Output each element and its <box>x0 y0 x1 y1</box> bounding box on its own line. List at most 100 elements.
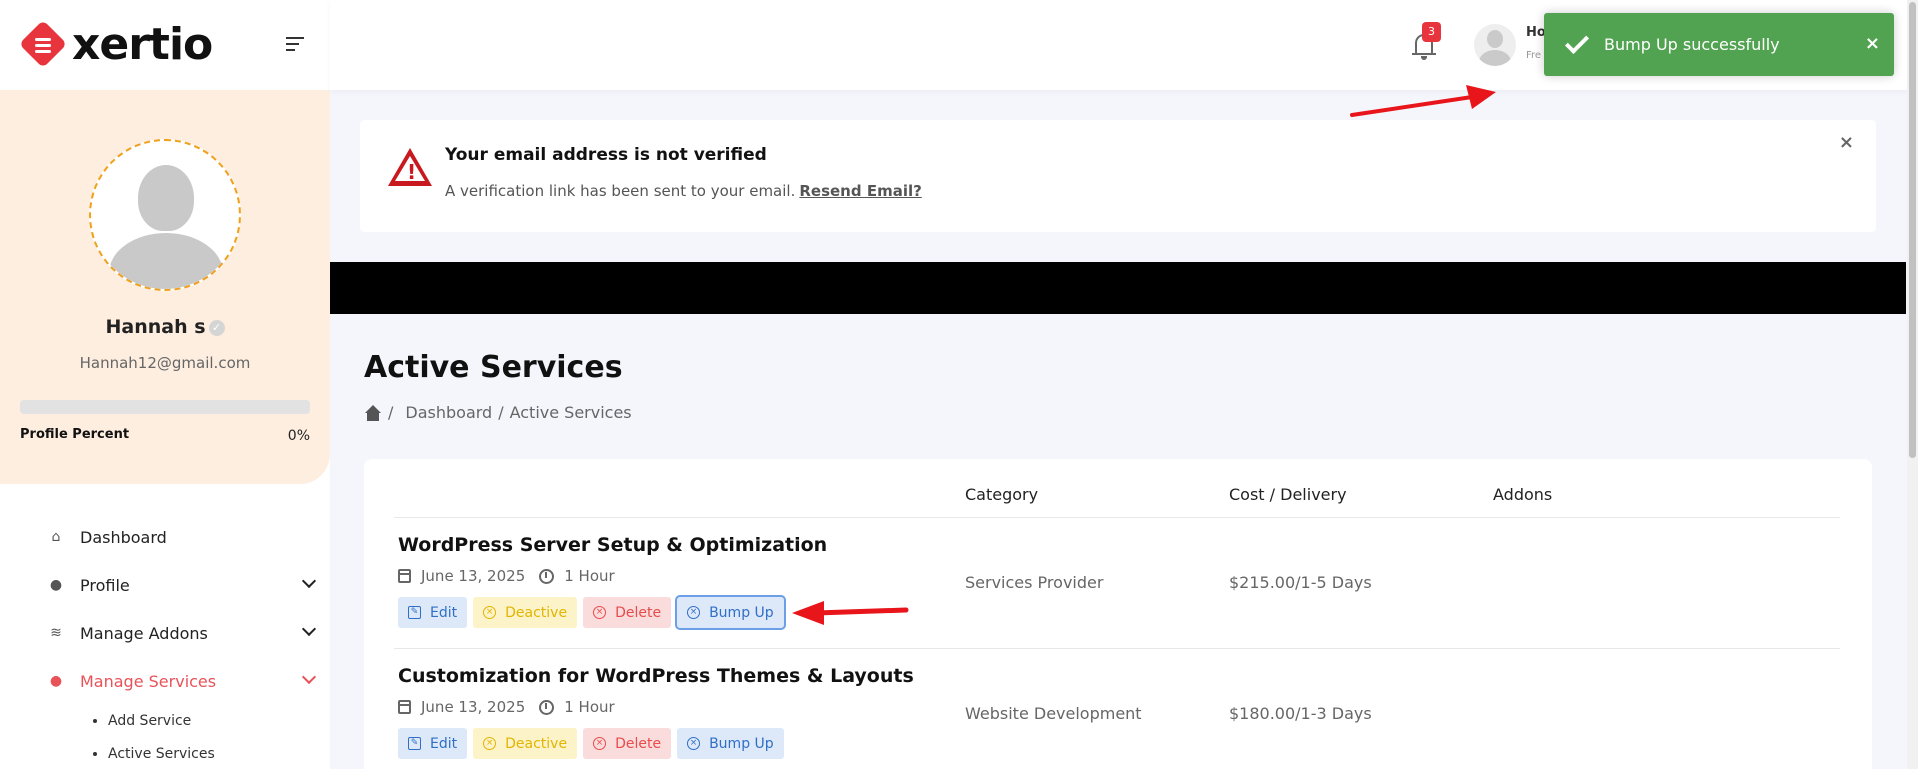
user-name-text: Hannah s <box>105 316 206 338</box>
deactive-button[interactable]: × Deactive <box>473 728 578 759</box>
user-name: Hannah s ✓ <box>0 316 330 338</box>
notification-badge: 3 <box>1422 22 1441 42</box>
annotation-arrow-top <box>1350 85 1496 117</box>
service-date: June 13, 2025 <box>421 567 526 585</box>
scrollbar-thumb[interactable] <box>1909 2 1916 458</box>
alert-text: A verification link has been sent to you… <box>445 182 922 200</box>
sidebar-item-label: Profile <box>80 575 130 595</box>
edit-icon: ✎ <box>408 737 421 750</box>
page-scrollbar[interactable] <box>1907 0 1918 769</box>
top-avatar[interactable] <box>1474 24 1516 66</box>
chevron-down-icon <box>301 621 317 637</box>
sidebar-menu: ⌂ Dashboard ● Profile ≋ Manage Addons ● … <box>0 513 330 769</box>
breadcrumb-sep: / <box>388 403 394 422</box>
deactive-label: Deactive <box>505 604 568 621</box>
breadcrumb: / Dashboard / Active Services <box>364 403 632 422</box>
delete-label: Delete <box>615 604 662 621</box>
profile-percent-label: Profile Percent <box>20 427 130 442</box>
resend-email-link[interactable]: Resend Email? <box>799 182 921 200</box>
top-user-name[interactable]: Ho <box>1526 25 1544 40</box>
service-meta: June 13, 2025 1 Hour <box>398 698 615 716</box>
service-cost: $215.00/1-5 Days <box>1229 573 1372 592</box>
annotation-arrow-row <box>792 601 909 625</box>
logo-bar: xertio <box>0 0 330 90</box>
sidebar-item-dashboard[interactable]: ⌂ Dashboard <box>0 513 330 561</box>
profile-percent-value: 0% <box>287 428 310 444</box>
sidebar-item-label: Dashboard <box>80 527 167 547</box>
home-icon: ⌂ <box>51 529 61 545</box>
edit-label: Edit <box>430 735 458 752</box>
column-header-addons: Addons <box>1493 485 1553 504</box>
service-duration: 1 Hour <box>564 567 615 585</box>
services-table: Category Cost / Delivery Addons WordPres… <box>364 459 1872 769</box>
delete-label: Delete <box>615 735 662 752</box>
service-cost: $180.00/1-3 Days <box>1229 704 1372 723</box>
page-title: Active Services <box>364 350 623 385</box>
logo-mark-icon[interactable] <box>18 19 68 69</box>
delete-button[interactable]: × Delete <box>583 728 672 759</box>
breadcrumb-sep: / <box>498 403 504 422</box>
delete-button[interactable]: × Delete <box>583 597 672 628</box>
chevron-down-icon <box>301 573 317 589</box>
success-toast: Bump Up successfully × <box>1544 13 1894 76</box>
sidebar-item-label: Manage Addons <box>80 623 208 643</box>
edit-button[interactable]: ✎ Edit <box>398 597 468 628</box>
sidebar-item-label: Manage Services <box>80 671 217 691</box>
user-gear-icon: ● <box>49 673 63 689</box>
verified-icon: ✓ <box>208 319 225 336</box>
manage-services-submenu: Add Service Active Services <box>0 705 330 769</box>
bump-up-label: Bump Up <box>709 604 774 621</box>
home-icon[interactable] <box>364 404 382 421</box>
logo-text[interactable]: xertio <box>72 23 213 67</box>
service-actions: ✎ Edit × Deactive × Delete × Bump Up <box>398 728 790 759</box>
service-date: June 13, 2025 <box>421 698 526 716</box>
service-category: Services Provider <box>965 573 1104 592</box>
column-header-cost: Cost / Delivery <box>1229 485 1347 504</box>
service-actions: ✎ Edit × Deactive × Delete × Bump Up <box>398 597 790 628</box>
alert-message: A verification link has been sent to you… <box>445 182 796 200</box>
service-meta: June 13, 2025 1 Hour <box>398 567 615 585</box>
email-verification-alert: ! Your email address is not verified A v… <box>360 120 1876 232</box>
breadcrumb-dashboard[interactable]: Dashboard <box>405 403 492 422</box>
circle-x-icon: × <box>483 737 497 750</box>
alert-close-icon[interactable]: × <box>1839 132 1854 153</box>
breadcrumb-current: Active Services <box>509 403 632 422</box>
user-email: Hannah12@gmail.com <box>79 354 251 372</box>
edit-button[interactable]: ✎ Edit <box>398 728 468 759</box>
service-category: Website Development <box>965 704 1142 723</box>
submenu-item-active-services[interactable]: Active Services <box>108 738 330 769</box>
row-divider <box>394 648 1840 649</box>
calendar-icon <box>398 700 411 714</box>
bump-up-button[interactable]: × Bump Up <box>677 728 784 759</box>
submenu-item-add-service[interactable]: Add Service <box>108 705 330 738</box>
check-icon <box>1564 29 1590 54</box>
alert-title: Your email address is not verified <box>445 145 767 165</box>
service-title[interactable]: Customization for WordPress Themes & Lay… <box>398 665 914 687</box>
menu-toggle-icon[interactable] <box>286 37 304 55</box>
deactive-button[interactable]: × Deactive <box>473 597 578 628</box>
edit-icon: ✎ <box>408 606 421 619</box>
sidebar-item-manage-addons[interactable]: ≋ Manage Addons <box>0 609 330 657</box>
avatar <box>89 139 241 291</box>
user-icon: ● <box>49 577 63 593</box>
column-header-category: Category <box>965 485 1039 504</box>
row-divider <box>394 517 1840 518</box>
history-icon <box>539 699 555 715</box>
sidebar: xertio Hannah s ✓ Hannah12@gmail.com Prof… <box>0 0 330 769</box>
toast-message: Bump Up successfully <box>1604 35 1780 54</box>
profile-progress-bar <box>20 400 310 414</box>
deactive-label: Deactive <box>505 735 568 752</box>
circle-x-icon: × <box>483 606 497 619</box>
bump-up-label: Bump Up <box>709 735 774 752</box>
sidebar-item-profile[interactable]: ● Profile <box>0 561 330 609</box>
bump-up-button[interactable]: × Bump Up <box>677 597 784 628</box>
chevron-down-icon <box>301 669 317 685</box>
service-title[interactable]: WordPress Server Setup & Optimization <box>398 534 827 556</box>
circle-x-icon: × <box>593 737 607 750</box>
circle-x-icon: × <box>593 606 607 619</box>
circle-x-icon: × <box>687 737 701 750</box>
sidebar-item-manage-services[interactable]: ● Manage Services <box>0 657 330 705</box>
service-duration: 1 Hour <box>564 698 615 716</box>
toast-close-icon[interactable]: × <box>1865 33 1880 54</box>
layers-icon: ≋ <box>50 625 62 641</box>
